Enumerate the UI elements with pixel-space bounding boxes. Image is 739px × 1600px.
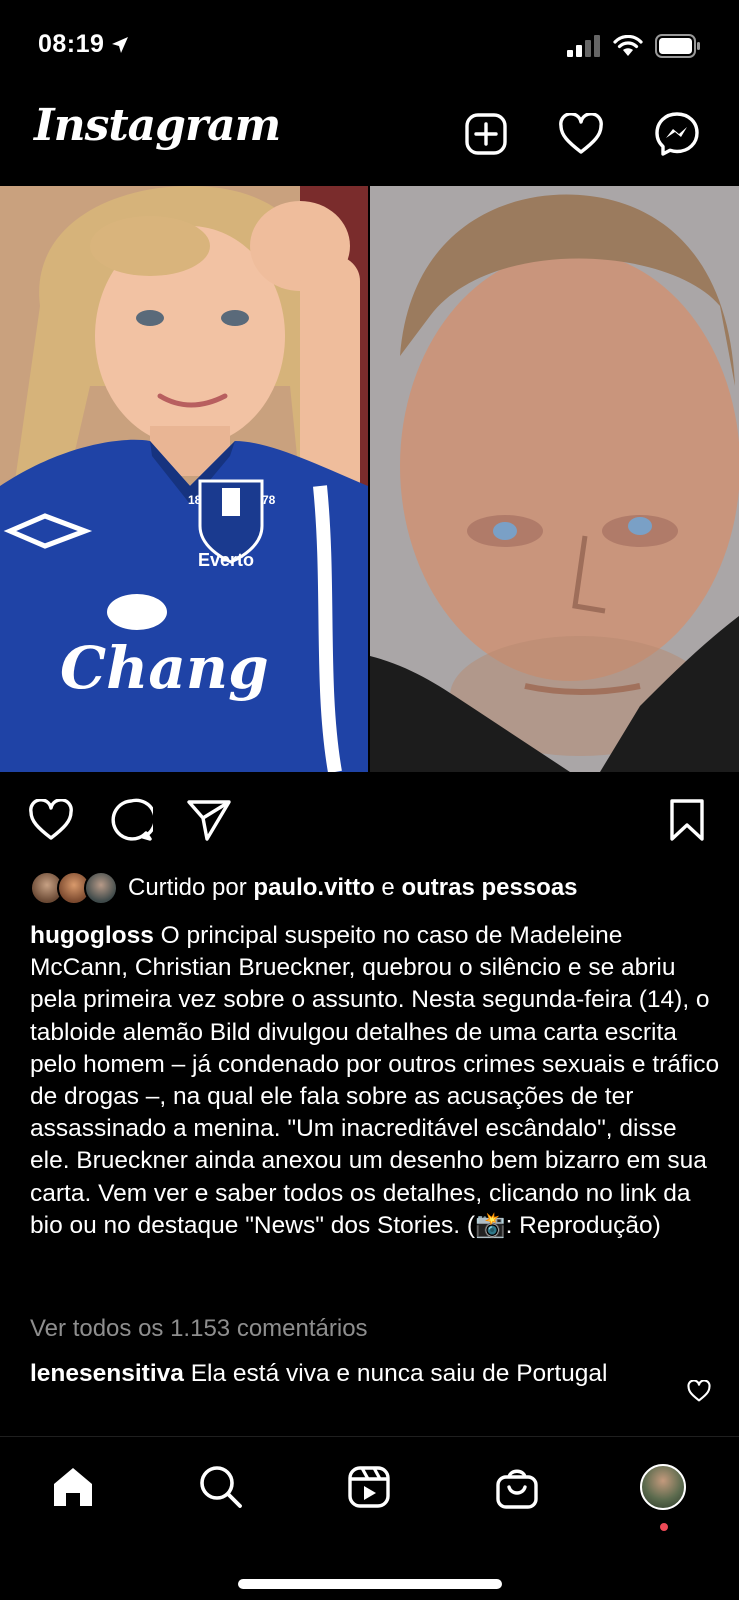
liked-by-text: Curtido por paulo.vitto e outras pessoas: [128, 874, 578, 902]
home-indicator[interactable]: [238, 1579, 502, 1589]
like-icon: [29, 799, 73, 840]
shop-icon: [496, 1469, 538, 1509]
caption-text-end: : Reprodução): [505, 1211, 661, 1239]
comment-icon: [111, 798, 153, 841]
liked-by-prefix: Curtido por: [128, 874, 247, 901]
status-time-wrap: 08:19: [38, 30, 130, 59]
nav-reels[interactable]: [343, 1461, 395, 1513]
share-icon: [187, 800, 231, 841]
post-image[interactable]: 18 78 Everto Chang: [0, 186, 739, 772]
like-button[interactable]: [26, 795, 76, 845]
comment-button[interactable]: [106, 795, 156, 845]
battery-icon: [655, 34, 700, 58]
comment-like-button[interactable]: [686, 1378, 712, 1404]
wifi-icon: [613, 35, 643, 56]
nav-search[interactable]: [195, 1461, 247, 1513]
status-time: 08:19: [38, 30, 105, 58]
share-button[interactable]: [184, 795, 234, 845]
instagram-logo[interactable]: Instagram: [34, 100, 281, 151]
liked-by-connector: e: [381, 874, 395, 901]
direct-messages-button[interactable]: [653, 110, 701, 158]
nav-shop[interactable]: [491, 1461, 543, 1513]
notification-dot: [660, 1523, 668, 1531]
activity-button[interactable]: [557, 110, 605, 158]
liked-by-others[interactable]: outras pessoas: [401, 874, 577, 901]
top-comment: lenesensitiva Ela está viva e nunca saiu…: [30, 1358, 670, 1390]
caption-text: O principal suspeito no caso de Madelein…: [30, 922, 720, 1239]
home-icon: [54, 1468, 92, 1506]
post-caption: hugogloss O principal suspeito no caso d…: [30, 920, 720, 1242]
camera-flash-emoji: 📸: [475, 1211, 506, 1239]
svg-text:Chang: Chang: [60, 634, 269, 702]
heart-icon: [687, 1380, 711, 1402]
new-post-button[interactable]: [462, 110, 510, 158]
girl-photo: 18 78 Everto Chang: [0, 186, 368, 772]
view-all-comments-link[interactable]: Ver todos os 1.153 comentários: [30, 1315, 368, 1343]
avatar: [84, 871, 118, 905]
app-header: Instagram: [0, 92, 739, 184]
liked-by-user[interactable]: paulo.vitto: [253, 874, 374, 901]
svg-text:Everto: Everto: [198, 550, 254, 570]
new-post-icon: [465, 113, 507, 155]
nav-home[interactable]: [47, 1461, 99, 1513]
comment-text: Ela está viva e nunca saiu de Portugal: [190, 1360, 608, 1387]
search-icon: [200, 1466, 242, 1508]
messenger-icon: [655, 112, 699, 156]
reels-icon: [348, 1466, 390, 1508]
save-button[interactable]: [662, 795, 712, 845]
post-image-left-panel: 18 78 Everto Chang: [0, 186, 368, 772]
svg-text:18: 18: [188, 493, 202, 507]
status-indicators: [567, 34, 701, 58]
liked-by-row[interactable]: Curtido por paulo.vitto e outras pessoas: [30, 870, 578, 906]
man-photo: [370, 186, 739, 772]
signal-icon: [567, 35, 600, 57]
bookmark-icon: [670, 799, 704, 841]
heart-icon: [559, 113, 603, 154]
profile-avatar: [640, 1464, 686, 1510]
post-actions: [0, 795, 739, 845]
caption-username[interactable]: hugogloss: [30, 922, 154, 949]
comment-username[interactable]: lenesensitiva: [30, 1360, 184, 1387]
location-arrow-icon: [112, 36, 129, 53]
bottom-navigation: [0, 1436, 739, 1600]
liked-by-avatars: [30, 871, 118, 905]
status-bar: 08:19: [0, 0, 739, 92]
post-image-right-panel: [370, 186, 739, 772]
svg-text:78: 78: [262, 493, 276, 507]
nav-profile[interactable]: [637, 1461, 689, 1513]
